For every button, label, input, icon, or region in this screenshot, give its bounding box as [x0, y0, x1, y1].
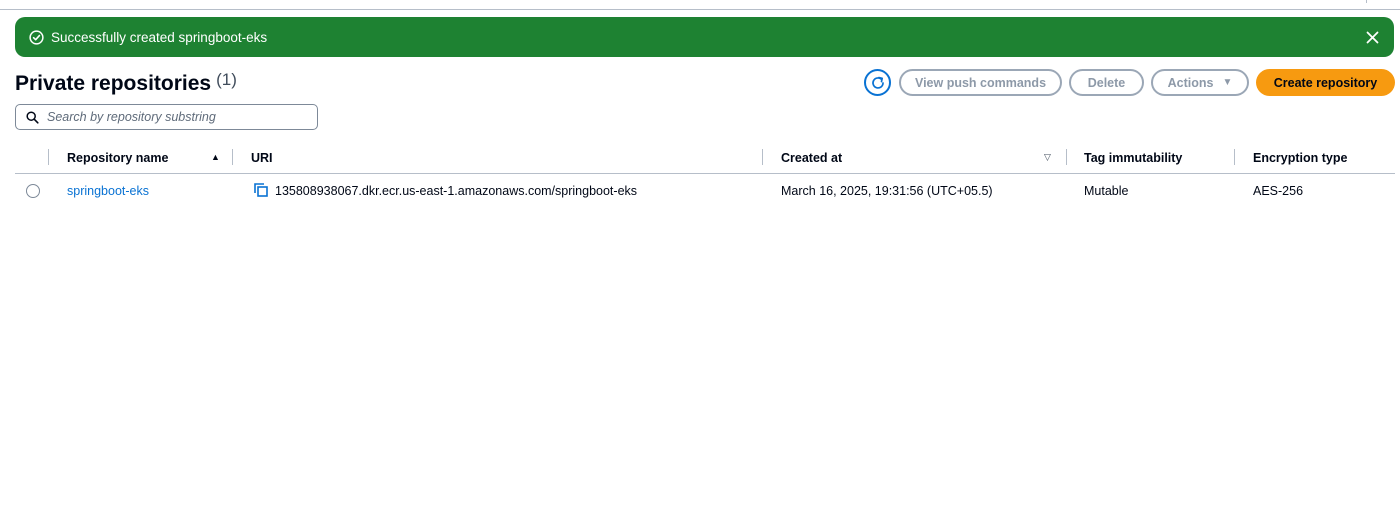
corner-divider: [1366, 0, 1367, 3]
delete-button[interactable]: Delete: [1069, 69, 1144, 96]
column-header-tag-immutability[interactable]: Tag immutability: [1084, 151, 1182, 165]
repository-name-link[interactable]: springboot-eks: [67, 184, 149, 198]
table-header-divider: [15, 173, 1395, 174]
column-header-repository-name[interactable]: Repository name: [67, 151, 168, 165]
page-title-text: Private repositories: [15, 72, 212, 95]
created-at-value: March 16, 2025, 19:31:56 (UTC+05.5): [781, 184, 993, 198]
close-flash-button[interactable]: [1364, 29, 1380, 45]
check-circle-icon: [29, 29, 44, 45]
create-repository-button[interactable]: Create repository: [1256, 69, 1395, 96]
view-push-commands-button[interactable]: View push commands: [899, 69, 1062, 96]
delete-label: Delete: [1087, 75, 1126, 90]
top-divider: [0, 9, 1400, 10]
sort-descending-icon[interactable]: ▽: [1044, 152, 1051, 163]
copy-icon[interactable]: [254, 183, 268, 197]
row-select-radio[interactable]: [26, 184, 40, 198]
search-input[interactable]: [47, 110, 307, 124]
flash-message: Successfully created springboot-eks: [51, 29, 268, 45]
repository-uri: 135808938067.dkr.ecr.us-east-1.amazonaws…: [275, 184, 638, 198]
caret-down-icon: ▼: [1222, 77, 1233, 88]
view-push-commands-label: View push commands: [914, 75, 1047, 90]
encryption-type-value: AES-256: [1253, 184, 1304, 198]
column-divider: [48, 149, 49, 165]
column-header-encryption-type[interactable]: Encryption type: [1253, 151, 1347, 165]
success-flash-banner: Successfully created springboot-eks: [15, 17, 1394, 57]
page-title: Private repositories (1): [15, 70, 237, 96]
column-divider: [232, 149, 233, 165]
column-divider: [1234, 149, 1235, 165]
close-icon: [1366, 31, 1378, 43]
sort-ascending-icon[interactable]: ▲: [211, 152, 220, 162]
refresh-button[interactable]: [864, 69, 891, 96]
repository-count: (1): [216, 70, 237, 89]
actions-dropdown[interactable]: Actions ▼: [1151, 69, 1249, 96]
column-header-uri[interactable]: URI: [251, 151, 273, 165]
search-icon: [26, 110, 39, 124]
actions-label: Actions: [1167, 75, 1214, 90]
column-header-created-at[interactable]: Created at: [781, 151, 842, 165]
tag-immutability-value: Mutable: [1084, 184, 1129, 198]
refresh-icon: [871, 76, 884, 89]
column-divider: [1066, 149, 1067, 165]
search-box: [15, 104, 318, 130]
create-repository-label: Create repository: [1273, 75, 1378, 90]
column-divider: [762, 149, 763, 165]
